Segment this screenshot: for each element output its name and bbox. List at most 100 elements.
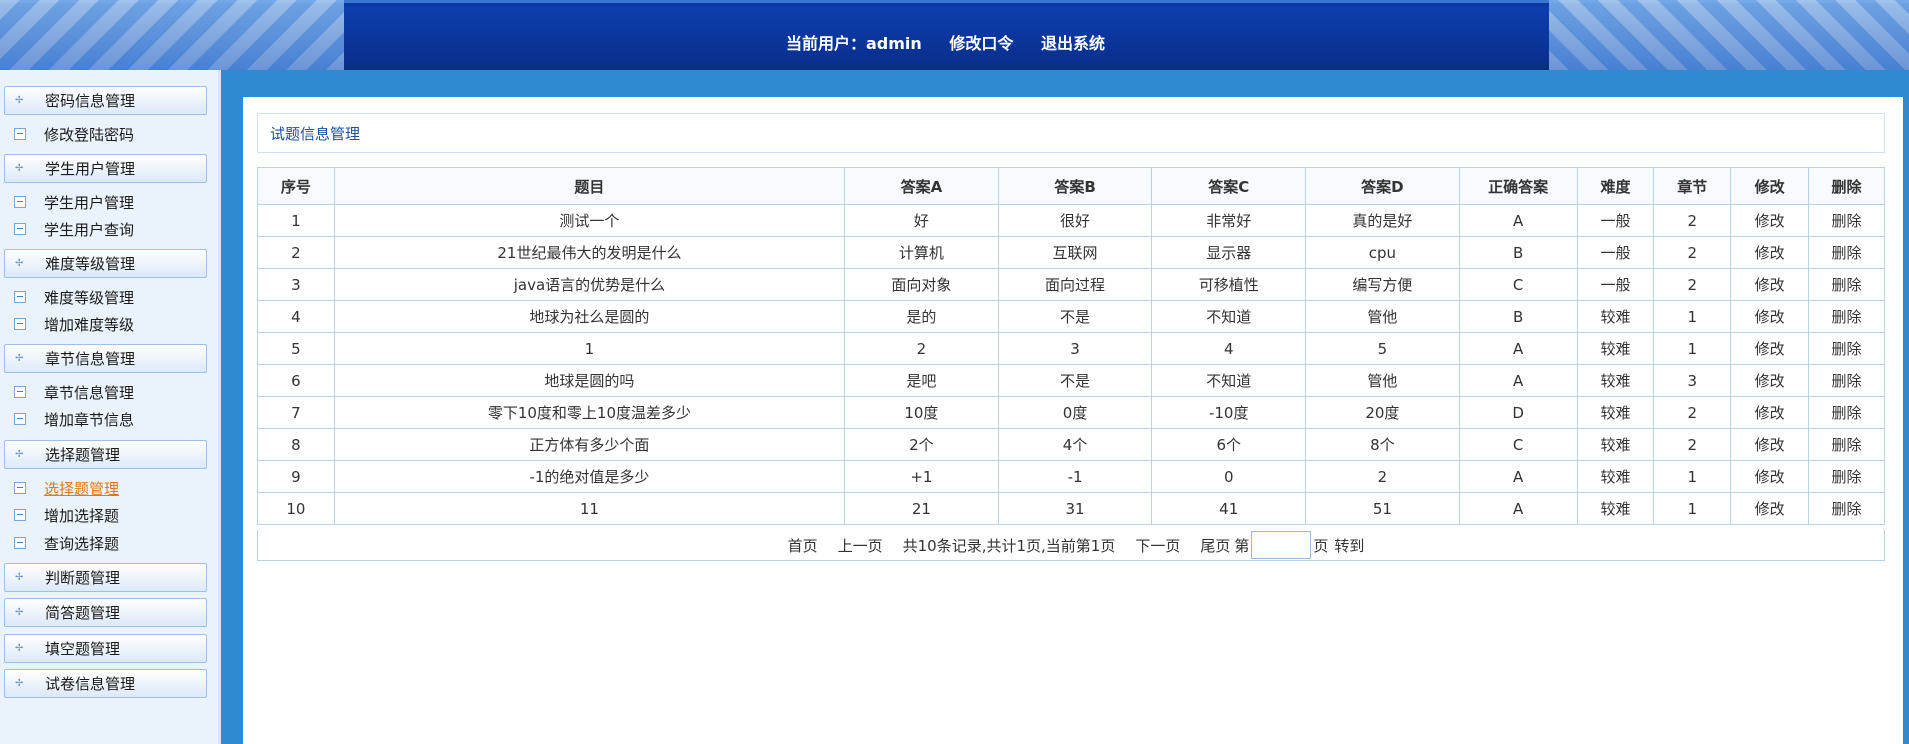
sidebar-item-student-query[interactable]: 学生用户查询 [14, 219, 134, 239]
sidebar-item-choice-add[interactable]: 增加选择题 [14, 505, 119, 525]
sidebar-item-chapter-manage[interactable]: 章节信息管理 [14, 382, 134, 402]
cell-chapter: 2 [1653, 204, 1732, 237]
cell-question: 1 [333, 332, 846, 365]
cell-correct: A [1458, 204, 1578, 237]
sidebar-section-shortanswer[interactable]: ✢ 简答题管理 [4, 598, 207, 627]
sidebar-section-title: 试卷信息管理 [45, 675, 136, 693]
col-header-edit: 修改 [1730, 167, 1810, 205]
page-number-input[interactable] [1251, 531, 1312, 559]
table-row: 9 -1的绝对值是多少 +1 -1 0 2 A 较难 1 修改 删除 [257, 460, 1885, 493]
sidebar-section-fillblank[interactable]: ✢ 填空题管理 [4, 634, 207, 663]
sidebar-section-students[interactable]: ✢ 学生用户管理 [4, 154, 207, 183]
header-nav: 当前用户：admin 修改口令 退出系统 [786, 30, 1127, 54]
change-password-link[interactable]: 修改口令 [949, 34, 1013, 53]
collapse-minus-icon [14, 318, 26, 330]
cell-chapter: 1 [1653, 460, 1732, 493]
sidebar-item-student-manage[interactable]: 学生用户管理 [14, 192, 134, 212]
sidebar-item-difficulty-add[interactable]: 增加难度等级 [14, 314, 134, 334]
delete-link[interactable]: 删除 [1808, 364, 1885, 397]
first-page-link[interactable]: 首页 [788, 535, 818, 556]
cell-answer-b: 面向过程 [997, 268, 1153, 301]
edit-link[interactable]: 修改 [1730, 492, 1810, 525]
cell-answer-d: 管他 [1305, 300, 1460, 333]
table-row: 7 零下10度和零上10度温差多少 10度 0度 -10度 20度 D 较难 2… [257, 396, 1885, 429]
cell-correct: B [1458, 300, 1578, 333]
sidebar-section-title: 学生用户管理 [45, 160, 136, 178]
sidebar-section-truefalse[interactable]: ✢ 判断题管理 [4, 563, 207, 592]
cell-question: 地球是圆的吗 [333, 364, 846, 397]
sidebar-section-password[interactable]: ✢ 密码信息管理 [4, 86, 207, 115]
cell-difficulty: 一般 [1576, 268, 1655, 301]
next-page-link[interactable]: 下一页 [1135, 535, 1180, 556]
cell-difficulty: 较难 [1576, 460, 1655, 493]
edit-link[interactable]: 修改 [1730, 300, 1810, 333]
sidebar-section-difficulty[interactable]: ✢ 难度等级管理 [4, 249, 207, 278]
edit-link[interactable]: 修改 [1730, 268, 1810, 301]
cell-correct: B [1458, 236, 1578, 269]
delete-link[interactable]: 删除 [1808, 492, 1885, 525]
delete-link[interactable]: 删除 [1808, 332, 1885, 365]
cell-correct: C [1458, 268, 1578, 301]
edit-link[interactable]: 修改 [1730, 396, 1810, 429]
cell-difficulty: 较难 [1576, 428, 1655, 461]
cell-answer-a: 21 [844, 492, 999, 525]
sidebar-section-chapter[interactable]: ✢ 章节信息管理 [4, 344, 207, 373]
col-header-answer-a: 答案A [844, 167, 999, 205]
table-row: 5 1 2 3 4 5 A 较难 1 修改 删除 [257, 332, 1885, 365]
pagination-summary: 共10条记录,共计1页,当前第1页 [902, 536, 1116, 555]
edit-link[interactable]: 修改 [1730, 236, 1810, 269]
cell-difficulty: 一般 [1576, 236, 1655, 269]
delete-link[interactable]: 删除 [1808, 396, 1885, 429]
sidebar-item-label: 修改登陆密码 [44, 125, 135, 144]
sidebar-item-choice-query[interactable]: 查询选择题 [14, 533, 119, 553]
cell-question: 零下10度和零上10度温差多少 [333, 396, 846, 429]
delete-link[interactable]: 删除 [1808, 268, 1885, 301]
cell-answer-a: 10度 [844, 396, 999, 429]
prev-page-link[interactable]: 上一页 [838, 535, 883, 556]
sidebar-item-choice-manage[interactable]: 选择题管理 [14, 478, 119, 498]
expand-bullet-icon: ✢ [15, 352, 24, 364]
sidebar-item-difficulty-manage[interactable]: 难度等级管理 [14, 287, 134, 307]
cell-answer-c: -10度 [1151, 396, 1307, 429]
edit-link[interactable]: 修改 [1730, 460, 1810, 493]
sidebar-item-change-password[interactable]: 修改登陆密码 [14, 124, 134, 144]
page-prefix: 第 [1234, 536, 1250, 555]
expand-bullet-icon: ✢ [15, 677, 24, 689]
logout-link[interactable]: 退出系统 [1041, 34, 1105, 53]
sidebar-item-chapter-add[interactable]: 增加章节信息 [14, 409, 134, 429]
collapse-minus-icon [14, 537, 26, 549]
delete-link[interactable]: 删除 [1808, 204, 1885, 237]
cell-answer-c: 4 [1151, 332, 1307, 365]
cell-answer-b: 互联网 [997, 236, 1153, 269]
delete-link[interactable]: 删除 [1808, 300, 1885, 333]
col-header-correct: 正确答案 [1458, 167, 1578, 205]
sidebar-section-choice[interactable]: ✢ 选择题管理 [4, 440, 207, 469]
cell-answer-b: 很好 [997, 204, 1153, 237]
cell-difficulty: 较难 [1576, 396, 1655, 429]
cell-answer-d: cpu [1305, 236, 1460, 269]
edit-link[interactable]: 修改 [1730, 204, 1810, 237]
sidebar-section-title: 简答题管理 [45, 604, 121, 622]
cell-chapter: 1 [1653, 300, 1732, 333]
delete-link[interactable]: 删除 [1808, 428, 1885, 461]
delete-link[interactable]: 删除 [1808, 460, 1885, 493]
cell-question: 地球为社么是圆的 [333, 300, 846, 333]
goto-button[interactable]: 转到 [1334, 535, 1364, 556]
sidebar-section-papers[interactable]: ✢ 试卷信息管理 [4, 669, 207, 698]
edit-link[interactable]: 修改 [1730, 428, 1810, 461]
sidebar-section-title: 章节信息管理 [45, 350, 136, 368]
cell-chapter: 2 [1653, 268, 1732, 301]
cell-answer-c: 0 [1151, 460, 1307, 493]
table-header-row: 序号 题目 答案A 答案B 答案C 答案D 正确答案 难度 章节 修改 删除 [257, 167, 1885, 205]
expand-bullet-icon: ✢ [15, 94, 24, 106]
edit-link[interactable]: 修改 [1730, 364, 1810, 397]
expand-bullet-icon: ✢ [15, 257, 24, 269]
last-page-link[interactable]: 尾页 [1200, 535, 1230, 556]
cell-answer-c: 不知道 [1151, 364, 1307, 397]
page-title: 试题信息管理 [270, 124, 361, 143]
sidebar-section-title: 选择题管理 [45, 446, 121, 464]
cell-question: 11 [333, 492, 846, 525]
cell-answer-b: -1 [997, 460, 1153, 493]
edit-link[interactable]: 修改 [1730, 332, 1810, 365]
delete-link[interactable]: 删除 [1808, 236, 1885, 269]
